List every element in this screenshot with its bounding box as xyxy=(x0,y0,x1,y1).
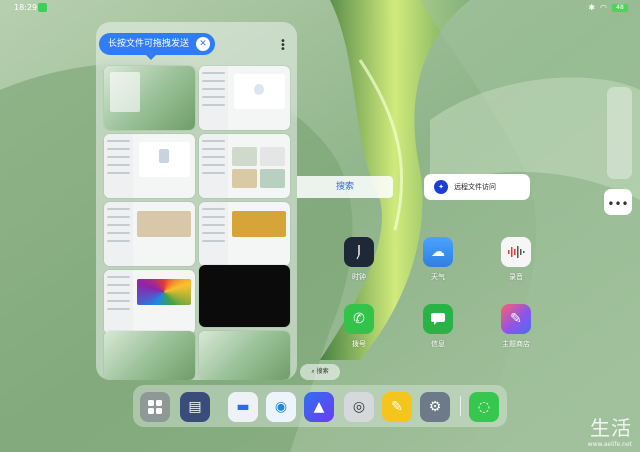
app-label: 天气 xyxy=(431,273,445,281)
battery-icon: 48 xyxy=(612,3,628,12)
weather-icon: ☁ xyxy=(423,237,453,267)
app-store-icon[interactable]: ◌ xyxy=(469,392,499,422)
app-label: 主题商店 xyxy=(502,340,530,348)
file-thumbnail[interactable] xyxy=(199,134,290,198)
app-label: 信息 xyxy=(431,340,445,348)
dock: ▤ ▬ ◉ ▲ ◎ ✎ ⚙ ◌ xyxy=(133,385,507,427)
search-icon: ⌕ xyxy=(311,368,315,375)
app-theme-store[interactable]: ✎ 主题商店 xyxy=(491,304,541,349)
recorder-icon xyxy=(501,237,531,267)
drag-hint-tooltip: 长按文件可拖拽发送 ✕ xyxy=(99,33,216,55)
file-thumbnail[interactable] xyxy=(104,270,195,334)
system-icons: ✱ ◠ 48 xyxy=(588,3,628,12)
app-clock[interactable]: 时钟 xyxy=(334,237,384,282)
search-pill[interactable]: ⌕ 搜索 xyxy=(300,364,340,380)
file-thumbnail[interactable] xyxy=(104,134,195,198)
file-thumbnail[interactable] xyxy=(199,202,290,266)
dock-separator xyxy=(460,396,461,416)
status-time: 18:29 xyxy=(14,3,38,12)
camera-icon[interactable]: ◎ xyxy=(344,392,374,422)
remote-file-access-label: 远程文件访问 xyxy=(454,183,496,191)
notification-icon xyxy=(38,3,47,12)
message-icon xyxy=(423,304,453,334)
app-messages[interactable]: 信息 xyxy=(413,304,463,349)
settings-icon[interactable]: ⚙ xyxy=(420,392,450,422)
browser-icon[interactable]: ◉ xyxy=(266,392,296,422)
close-icon[interactable]: ✕ xyxy=(196,37,211,51)
file-thumbnail[interactable] xyxy=(199,265,290,327)
file-manager-icon[interactable]: ▤ xyxy=(180,392,210,422)
watermark-text: 生活 xyxy=(590,416,632,440)
wifi-icon: ◠ xyxy=(600,3,607,12)
file-thumbnail[interactable] xyxy=(104,331,195,380)
app-recorder[interactable]: 录音 xyxy=(491,237,541,282)
app-phone[interactable]: ✆ 拨号 xyxy=(334,304,384,349)
watermark-url: www.aelife.net xyxy=(587,441,632,448)
app-label: 录音 xyxy=(509,273,523,281)
app-drawer-icon[interactable] xyxy=(140,392,170,422)
file-thumbnail[interactable] xyxy=(199,331,290,380)
notes-icon[interactable]: ✎ xyxy=(382,392,412,422)
recent-files-panel: • • • 长按文件可拖拽发送 ✕ xyxy=(96,22,297,380)
files-icon[interactable]: ▬ xyxy=(228,392,258,422)
more-options-icon[interactable]: • • • xyxy=(280,37,286,55)
status-bar: 18:29 ✱ ◠ 48 xyxy=(0,0,640,18)
search-pill-label: 搜索 xyxy=(316,368,329,375)
phone-icon: ✆ xyxy=(344,304,374,334)
file-thumbnail[interactable] xyxy=(199,66,290,130)
app-weather[interactable]: ☁ 天气 xyxy=(413,237,463,282)
app-label: 拨号 xyxy=(352,340,366,348)
search-bar[interactable]: 搜索 xyxy=(297,176,393,198)
bluetooth-icon: ✱ xyxy=(588,3,596,12)
remote-file-access-button[interactable]: ✦ 远程文件访问 xyxy=(424,174,530,200)
gallery-icon[interactable]: ▲ xyxy=(304,392,334,422)
clock-icon xyxy=(344,237,374,267)
remote-access-icon: ✦ xyxy=(434,180,448,194)
more-button[interactable]: ••• xyxy=(604,189,632,215)
side-panel-handle[interactable] xyxy=(607,87,632,179)
tablet-home-screen: 18:29 ✱ ◠ 48 • • • 长按文件可拖拽发送 ✕ 搜索 ✦ 远程文件… xyxy=(0,0,640,452)
tooltip-arrow xyxy=(146,55,156,60)
watermark: 生活 www.aelife.net xyxy=(588,412,632,448)
tooltip-text: 长按文件可拖拽发送 xyxy=(108,39,190,49)
app-label: 时钟 xyxy=(352,273,366,281)
theme-store-icon: ✎ xyxy=(501,304,531,334)
file-thumbnail[interactable] xyxy=(104,66,195,130)
file-thumbnail[interactable] xyxy=(104,202,195,266)
